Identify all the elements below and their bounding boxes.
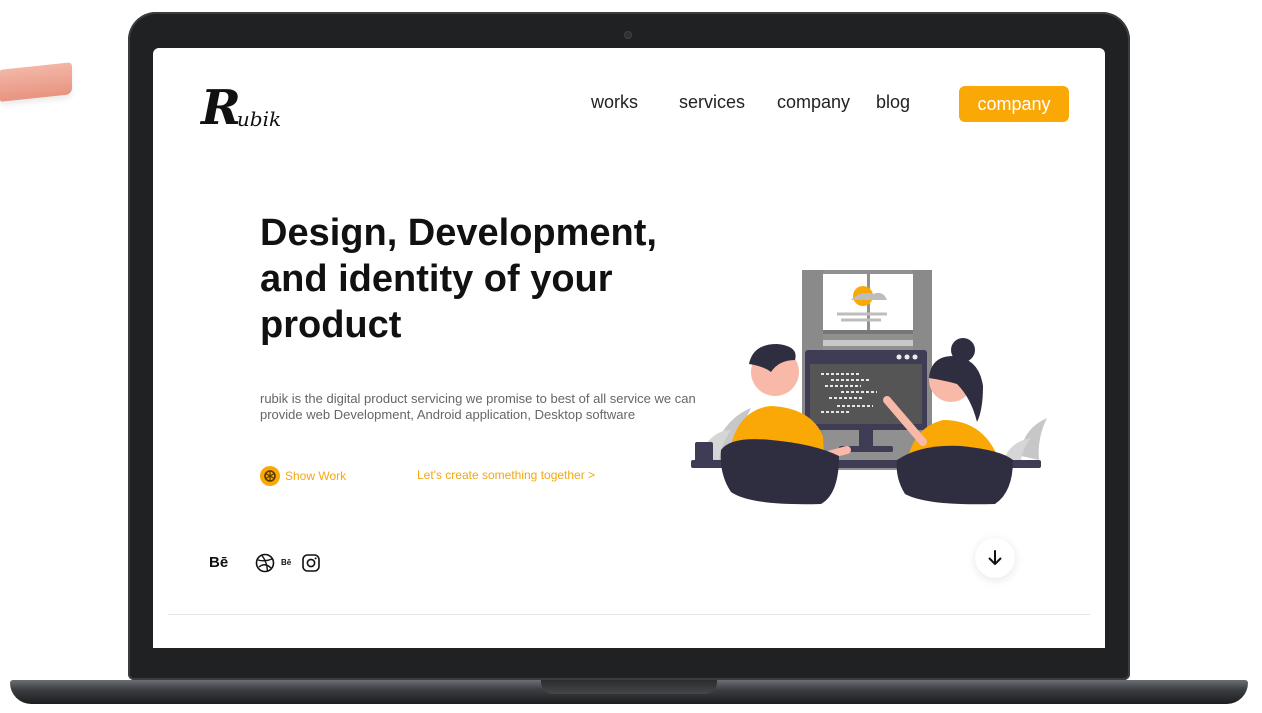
- create-together-link[interactable]: Let's create something together >: [417, 468, 595, 482]
- behance-small-link[interactable]: Bē: [281, 552, 291, 574]
- rubik-logo[interactable]: R ubik: [201, 82, 281, 132]
- nav-services[interactable]: services: [679, 92, 745, 113]
- logo-initial: R: [201, 80, 241, 136]
- behance-link[interactable]: Bē: [209, 552, 228, 574]
- arrow-down-icon: [988, 550, 1002, 565]
- hero-title: Design, Development, and identity of you…: [260, 212, 657, 346]
- coffee-mug: [695, 442, 713, 462]
- laptop-camera: [625, 32, 631, 38]
- nav-works[interactable]: works: [591, 92, 638, 113]
- hero-illustration: [691, 270, 1047, 505]
- decorative-pink-block: [0, 62, 72, 102]
- show-work-icon: [260, 466, 280, 486]
- laptop-screen: R ubik works services company blog compa…: [153, 48, 1105, 648]
- show-work-label: Show Work: [285, 469, 347, 483]
- company-button[interactable]: company: [959, 86, 1069, 122]
- dribbble-icon[interactable]: [255, 553, 275, 573]
- nav-blog[interactable]: blog: [876, 92, 910, 113]
- logo-rest: ubik: [236, 107, 282, 131]
- laptop-notch: [541, 680, 717, 694]
- nav-company[interactable]: company: [777, 92, 850, 113]
- scroll-down-button[interactable]: [975, 538, 1015, 578]
- hero-description: rubik is the digital product servicing w…: [260, 391, 696, 422]
- show-work-button[interactable]: Show Work: [260, 466, 346, 486]
- instagram-icon[interactable]: [301, 553, 321, 573]
- section-divider: [168, 614, 1090, 615]
